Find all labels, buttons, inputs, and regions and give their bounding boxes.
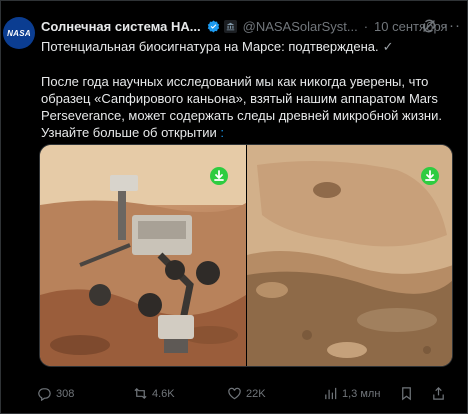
media-grid[interactable]: [39, 144, 453, 367]
reply-button[interactable]: 308: [37, 386, 74, 401]
headline-text: Потенциальная биосигнатура на Марсе: под…: [41, 39, 379, 54]
views-icon: [325, 387, 337, 400]
grok-icon[interactable]: [421, 18, 437, 34]
headline: Потенциальная биосигнатура на Марсе: под…: [41, 39, 394, 55]
like-button[interactable]: 22K: [227, 386, 266, 401]
repost-count: 4.6K: [152, 387, 175, 400]
tweet-body: После года научных исследований мы как н…: [41, 73, 461, 141]
avatar[interactable]: NASA: [3, 17, 35, 49]
views-button[interactable]: 1,3 млн: [323, 386, 380, 401]
author-handle[interactable]: @NASASolarSyst...: [243, 19, 358, 34]
repost-button[interactable]: 4.6K: [133, 386, 175, 401]
author-name[interactable]: Солнечная система НА...: [41, 19, 201, 34]
reply-count: 308: [56, 387, 75, 400]
avatar-logo-text: NASA: [7, 28, 31, 38]
bookmark-icon: [402, 387, 411, 401]
separator-dot: ·: [363, 18, 369, 34]
reply-icon: [38, 388, 51, 401]
government-badge-icon: [223, 19, 237, 33]
share-icon: [433, 387, 444, 400]
verified-badge-icon: [207, 20, 220, 33]
heart-icon: [228, 387, 241, 400]
download-icon[interactable]: [210, 167, 228, 185]
more-options-icon[interactable]: ···: [443, 17, 461, 34]
sapphire-canyon-rock-image[interactable]: [247, 145, 452, 366]
views-count: 1,3 млн: [342, 387, 381, 400]
tweet-card[interactable]: NASA Солнечная система НА... @NASASolarS…: [0, 0, 468, 414]
repost-icon: [134, 387, 147, 400]
action-bar: 308 4.6K 22K 1,3 млн: [37, 386, 457, 406]
bookmark-button[interactable]: [399, 386, 414, 401]
tweet-header: Солнечная система НА... @NASASolarSyst..…: [41, 17, 457, 35]
like-count: 22K: [246, 387, 266, 400]
check-mark-icon: ✓: [382, 39, 394, 54]
more-link[interactable]: :: [220, 125, 224, 140]
share-button[interactable]: [431, 386, 446, 401]
body-text: После года научных исследований мы как н…: [41, 74, 442, 140]
perseverance-rover-image[interactable]: [40, 145, 246, 366]
download-icon[interactable]: [421, 167, 439, 185]
